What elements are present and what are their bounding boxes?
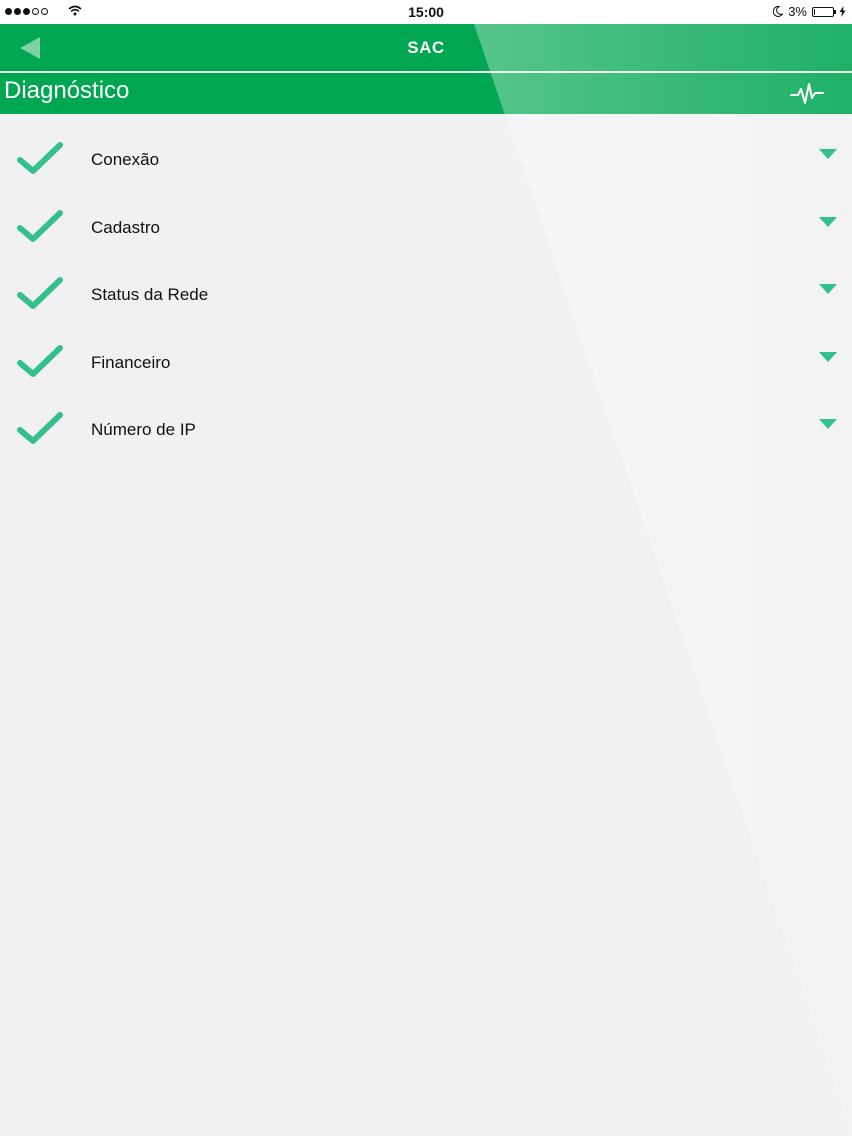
list-item-numero-de-ip[interactable]: Número de IP xyxy=(0,394,852,462)
nav-title: SAC xyxy=(407,38,445,57)
chevron-down-icon[interactable] xyxy=(819,419,837,429)
battery-icon xyxy=(812,6,836,17)
chevron-down-icon[interactable] xyxy=(819,351,837,362)
chevron-down-icon[interactable] xyxy=(819,284,837,294)
moon-icon xyxy=(773,6,784,17)
list-item-financeiro[interactable]: Financeiro xyxy=(0,327,852,395)
list-item-status-da-rede[interactable]: Status da Rede xyxy=(0,259,852,327)
list-item-conexao[interactable]: Conexão xyxy=(0,124,852,192)
item-label: Financeiro xyxy=(91,352,171,372)
section-title: Diagnóstico xyxy=(4,77,130,104)
item-label: Cadastro xyxy=(91,217,160,237)
list-item-cadastro[interactable]: Cadastro xyxy=(0,192,852,260)
diagnostic-list: Conexão Cadastro Status da Rede Financei… xyxy=(0,124,852,462)
status-bar: 15:00 3% xyxy=(0,0,852,24)
checkmark-icon xyxy=(17,344,63,377)
checkmark-icon xyxy=(17,142,63,174)
item-label: Status da Rede xyxy=(91,285,209,304)
chevron-down-icon[interactable] xyxy=(819,216,837,227)
battery-percent: 3% xyxy=(788,4,807,19)
pulse-icon[interactable] xyxy=(790,80,824,108)
checkmark-icon xyxy=(17,277,63,309)
checkmark-icon xyxy=(17,412,63,444)
status-time: 15:00 xyxy=(408,4,444,20)
item-label: Conexão xyxy=(91,150,160,169)
charging-bolt-icon xyxy=(839,6,846,17)
checkmark-icon xyxy=(17,209,63,242)
status-right-group: 3% xyxy=(773,4,846,19)
item-label: Número de IP xyxy=(91,420,196,439)
chevron-down-icon[interactable] xyxy=(819,149,837,159)
battery-level xyxy=(814,8,815,15)
